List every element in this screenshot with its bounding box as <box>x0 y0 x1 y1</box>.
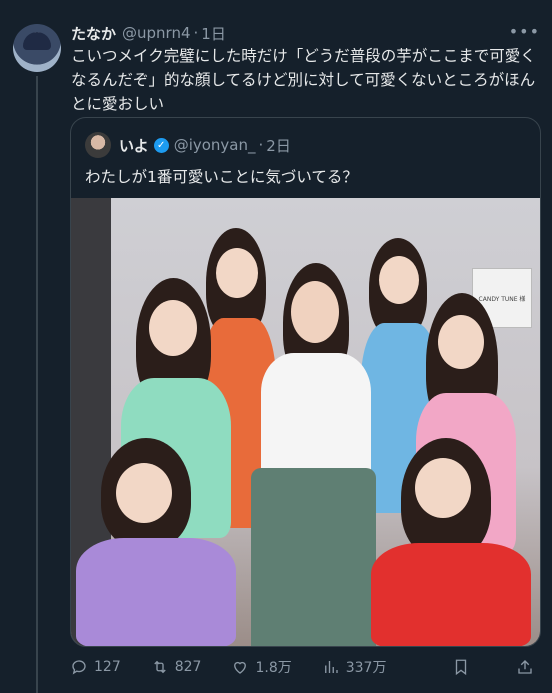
quote-author-name[interactable]: いよ <box>119 135 149 156</box>
reply-button[interactable]: 127 <box>70 658 121 676</box>
like-button[interactable]: 1.8万 <box>231 657 292 677</box>
heart-icon <box>234 661 247 674</box>
tweet-header: たなか @upnrn4 · 1日 ••• <box>71 22 540 44</box>
like-count: 1.8万 <box>255 660 292 676</box>
quote-time[interactable]: 2日 <box>266 135 291 156</box>
reply-icon <box>72 660 86 675</box>
share-icon <box>518 660 532 674</box>
quote-header: いよ ✓ @iyonyan_ · 2日 <box>119 132 291 158</box>
more-horizontal-icon[interactable]: ••• <box>509 22 540 41</box>
retweet-button[interactable]: 827 <box>151 658 202 676</box>
author-avatar[interactable] <box>13 24 61 72</box>
retweet-count: 827 <box>174 659 202 675</box>
bookmark-button[interactable] <box>452 658 470 680</box>
author-handle[interactable]: @upnrn4 <box>122 24 191 42</box>
views-count: 337万 <box>345 660 387 676</box>
quote-separator-dot: · <box>258 136 264 154</box>
tweet-text: こいつメイク完璧にした時だけ「どうだ普段の芋がここまで可愛くなるんだぞ」的な顔し… <box>71 47 536 113</box>
photo-person <box>251 263 381 646</box>
bookmark-icon <box>455 659 467 676</box>
author-name[interactable]: たなか <box>71 23 116 44</box>
thread-line <box>36 76 38 693</box>
retweet-icon <box>154 660 166 674</box>
tweet[interactable]: たなか @upnrn4 · 1日 ••• こいつメイク完璧にした時だけ「どうだ普… <box>0 0 552 693</box>
quote-author-avatar[interactable] <box>85 132 111 158</box>
verified-badge-icon: ✓ <box>153 137 169 153</box>
photo-person <box>371 438 531 646</box>
quote-text: わたしが1番可愛いことに気づいてる？ <box>85 168 358 186</box>
separator-dot: · <box>193 24 199 42</box>
quote-author-handle[interactable]: @iyonyan_ <box>174 136 256 154</box>
views-button[interactable]: 337万 <box>322 657 387 677</box>
reply-count: 127 <box>94 659 121 675</box>
action-bar: 127 827 1.8万 337万 <box>70 654 540 680</box>
tweet-time[interactable]: 1日 <box>201 23 226 44</box>
quote-photo[interactable]: CANDY TUNE 様 <box>71 198 540 646</box>
quote-tweet[interactable]: いよ ✓ @iyonyan_ · 2日 わたしが1番可愛いことに気づいてる？ C… <box>70 117 541 647</box>
share-button[interactable] <box>516 658 534 680</box>
photo-person <box>76 438 236 646</box>
views-icon <box>324 661 338 673</box>
